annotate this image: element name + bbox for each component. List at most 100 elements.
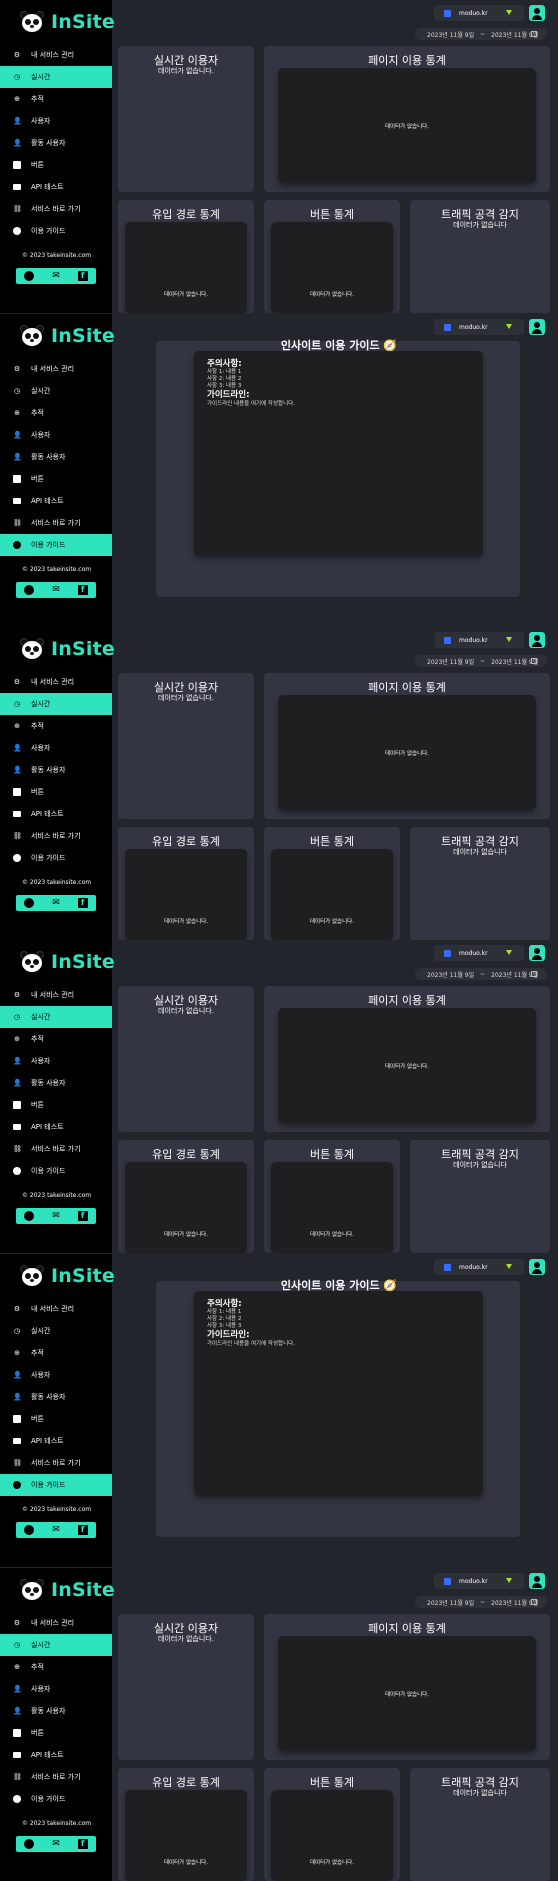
sidebar-item-1[interactable]: ◷ 실시간 [0, 1320, 112, 1342]
site-select-value: moduo.kr [459, 1577, 488, 1585]
sidebar-item-6[interactable]: API 테스트 [0, 1116, 112, 1138]
sidebar-item-3[interactable]: 👤 사용자 [0, 1050, 112, 1072]
sidebar-item-2[interactable]: ⊕ 추적 [0, 715, 112, 737]
site-select[interactable]: moduo.kr [434, 1259, 524, 1275]
sidebar-item-5[interactable]: 버튼 [0, 468, 112, 490]
sidebar-item-4[interactable]: 👤 활동 사용자 [0, 1386, 112, 1408]
github-icon[interactable] [24, 1839, 35, 1849]
sidebar-item-8[interactable]: 이용 가이드 [0, 1788, 112, 1810]
logo[interactable]: InSite [20, 948, 115, 976]
github-icon[interactable] [24, 271, 35, 281]
sidebar-item-0[interactable]: ⚙ 내 서비스 관리 [0, 358, 112, 380]
sidebar-item-3[interactable]: 👤 사용자 [0, 737, 112, 759]
sidebar-item-5[interactable]: 버튼 [0, 1722, 112, 1744]
sidebar-item-7[interactable]: ⛓ 서비스 바로 가기 [0, 512, 112, 534]
facebook-icon[interactable]: f [77, 1839, 88, 1849]
logo[interactable]: InSite [20, 635, 115, 663]
mail-icon[interactable]: ✉ [51, 1525, 61, 1535]
site-select[interactable]: moduo.kr [434, 5, 524, 21]
avatar[interactable] [529, 5, 545, 21]
sidebar-item-label: 사용자 [31, 431, 51, 439]
github-icon[interactable] [24, 1211, 35, 1221]
sidebar-item-6[interactable]: API 테스트 [0, 490, 112, 512]
sidebar-item-1[interactable]: ◷ 실시간 [0, 1006, 112, 1028]
sidebar-item-6[interactable]: API 테스트 [0, 176, 112, 198]
sidebar-item-4[interactable]: 👤 활동 사용자 [0, 1072, 112, 1094]
github-icon[interactable] [24, 898, 35, 908]
sidebar-item-5[interactable]: 버튼 [0, 154, 112, 176]
mail-icon[interactable]: ✉ [51, 898, 61, 908]
sidebar-item-4[interactable]: 👤 활동 사용자 [0, 1700, 112, 1722]
sidebar-item-2[interactable]: ⊕ 추적 [0, 1342, 112, 1364]
sidebar-item-7[interactable]: ⛓ 서비스 바로 가기 [0, 1452, 112, 1474]
sidebar-item-8[interactable]: 이용 가이드 [0, 847, 112, 869]
facebook-icon[interactable]: f [77, 585, 88, 595]
sidebar-item-8[interactable]: 이용 가이드 [0, 220, 112, 242]
sidebar-item-0[interactable]: ⚙ 내 서비스 관리 [0, 1612, 112, 1634]
date-range-picker[interactable]: 2023년 11월 9일 ~ 2023년 11월 9일 [415, 968, 547, 980]
sidebar-item-7[interactable]: ⛓ 서비스 바로 가기 [0, 825, 112, 847]
site-select[interactable]: moduo.kr [434, 319, 524, 335]
card-referrer: 유입 경로 통계 데이터가 없습니다. [118, 1140, 254, 1253]
avatar[interactable] [529, 1573, 545, 1589]
clock-icon: ◷ [13, 73, 21, 81]
github-icon[interactable] [24, 585, 35, 595]
sidebar-item-6[interactable]: API 테스트 [0, 803, 112, 825]
avatar[interactable] [529, 945, 545, 961]
facebook-icon[interactable]: f [77, 1211, 88, 1221]
sidebar-item-3[interactable]: 👤 사용자 [0, 424, 112, 446]
facebook-icon[interactable]: f [77, 271, 88, 281]
sidebar-item-7[interactable]: ⛓ 서비스 바로 가기 [0, 1766, 112, 1788]
sidebar-item-2[interactable]: ⊕ 추적 [0, 88, 112, 110]
sidebar-item-5[interactable]: 버튼 [0, 1408, 112, 1430]
sidebar-item-0[interactable]: ⚙ 내 서비스 관리 [0, 671, 112, 693]
date-range-picker[interactable]: 2023년 11월 9일 ~ 2023년 11월 9일 [415, 655, 547, 667]
facebook-icon[interactable]: f [77, 1525, 88, 1535]
sidebar-item-0[interactable]: ⚙ 내 서비스 관리 [0, 1298, 112, 1320]
sidebar-item-7[interactable]: ⛓ 서비스 바로 가기 [0, 1138, 112, 1160]
site-select[interactable]: moduo.kr [434, 945, 524, 961]
avatar[interactable] [529, 632, 545, 648]
sidebar-item-3[interactable]: 👤 사용자 [0, 1678, 112, 1700]
sidebar-item-5[interactable]: 버튼 [0, 781, 112, 803]
sidebar-item-6[interactable]: API 테스트 [0, 1430, 112, 1452]
sidebar-item-0[interactable]: ⚙ 내 서비스 관리 [0, 984, 112, 1006]
sidebar-item-2[interactable]: ⊕ 추적 [0, 1656, 112, 1678]
sidebar-item-2[interactable]: ⊕ 추적 [0, 1028, 112, 1050]
date-range-picker[interactable]: 2023년 11월 9일 ~ 2023년 11월 9일 [415, 28, 547, 40]
sidebar-item-1[interactable]: ◷ 실시간 [0, 1634, 112, 1656]
mail-icon[interactable]: ✉ [51, 271, 61, 281]
sidebar-item-0[interactable]: ⚙ 내 서비스 관리 [0, 44, 112, 66]
facebook-icon[interactable]: f [77, 898, 88, 908]
sidebar-item-1[interactable]: ◷ 실시간 [0, 66, 112, 88]
sidebar-item-8[interactable]: 이용 가이드 [0, 534, 112, 556]
sidebar-item-4[interactable]: 👤 활동 사용자 [0, 446, 112, 468]
sidebar-item-6[interactable]: API 테스트 [0, 1744, 112, 1766]
logo[interactable]: InSite [20, 1576, 115, 1604]
sidebar-item-5[interactable]: 버튼 [0, 1094, 112, 1116]
logo[interactable]: InSite [20, 322, 115, 350]
avatar[interactable] [529, 1259, 545, 1275]
sidebar-item-8[interactable]: 이용 가이드 [0, 1160, 112, 1182]
github-icon[interactable] [24, 1525, 35, 1535]
date-range-picker[interactable]: 2023년 11월 9일 ~ 2023년 11월 9일 [415, 1596, 547, 1608]
sidebar-item-label: 내 서비스 관리 [31, 1305, 75, 1313]
avatar[interactable] [529, 319, 545, 335]
sidebar-item-7[interactable]: ⛓ 서비스 바로 가기 [0, 198, 112, 220]
site-select[interactable]: moduo.kr [434, 632, 524, 648]
sidebar-item-3[interactable]: 👤 사용자 [0, 110, 112, 132]
mail-icon[interactable]: ✉ [51, 1211, 61, 1221]
sidebar-item-8[interactable]: 이용 가이드 [0, 1474, 112, 1496]
site-select[interactable]: moduo.kr [434, 1573, 524, 1589]
sidebar-item-label: 버튼 [31, 788, 44, 796]
mail-icon[interactable]: ✉ [51, 1839, 61, 1849]
sidebar-item-3[interactable]: 👤 사용자 [0, 1364, 112, 1386]
logo[interactable]: InSite [20, 8, 115, 36]
sidebar-item-4[interactable]: 👤 활동 사용자 [0, 132, 112, 154]
sidebar-item-1[interactable]: ◷ 실시간 [0, 693, 112, 715]
sidebar-item-4[interactable]: 👤 활동 사용자 [0, 759, 112, 781]
logo[interactable]: InSite [20, 1262, 115, 1290]
mail-icon[interactable]: ✉ [51, 585, 61, 595]
sidebar-item-2[interactable]: ⊕ 추적 [0, 402, 112, 424]
sidebar-item-1[interactable]: ◷ 실시간 [0, 380, 112, 402]
